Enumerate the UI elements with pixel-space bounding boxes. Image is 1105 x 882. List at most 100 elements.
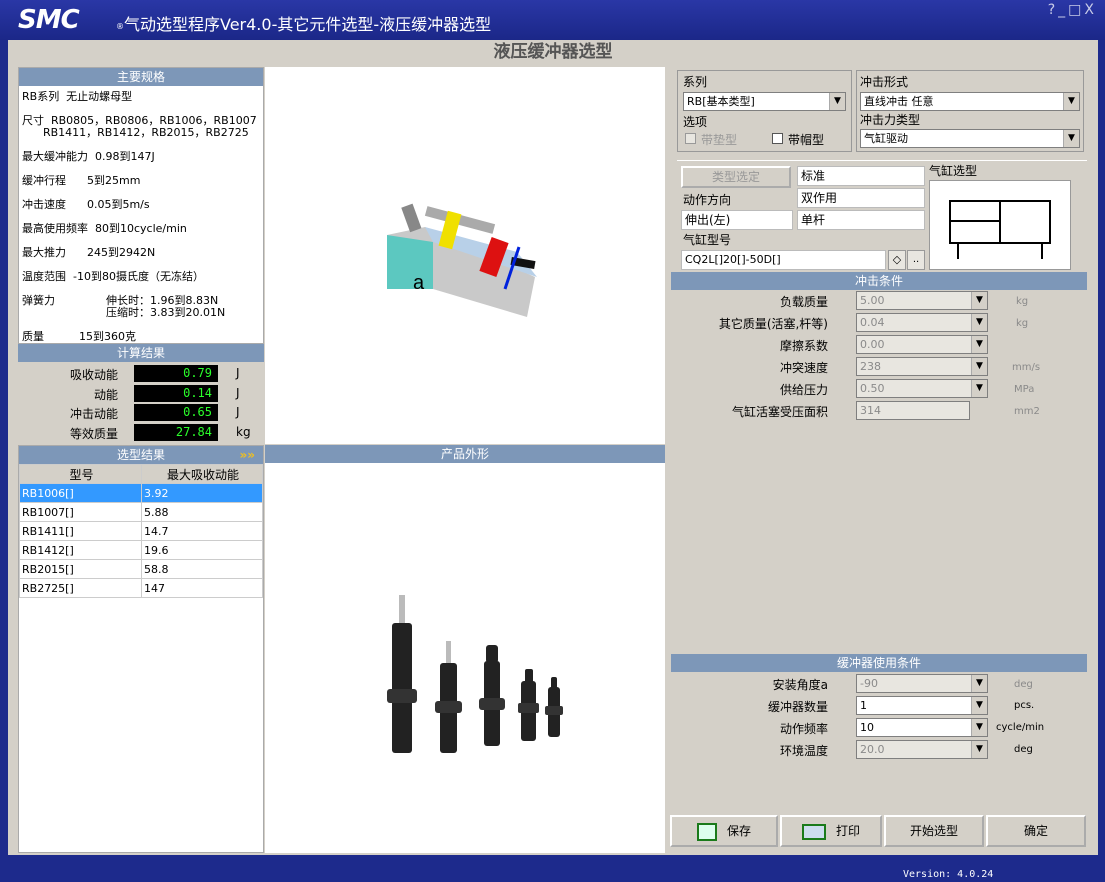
chevron-down-icon: ▼ — [971, 719, 987, 736]
dir-value: 双作用 — [797, 188, 925, 208]
save-button[interactable]: 保存 — [670, 815, 778, 847]
product-pane: 产品外形 — [265, 445, 665, 853]
impact-cond-header: 冲击条件 — [671, 272, 1087, 290]
dir-label: 动作方向 — [683, 193, 732, 207]
load-mass-select[interactable]: 5.00 ▼ — [856, 291, 988, 310]
table-row[interactable]: RB1412[] 19.6 — [19, 540, 263, 560]
diagram-pane: a — [265, 67, 665, 444]
spec-freq: 最高使用频率 80到10cycle/min — [22, 222, 187, 235]
col-energy: 最大吸收动能 — [141, 464, 263, 484]
cap-checkbox[interactable] — [772, 133, 783, 144]
cell-energy: 58.8 — [141, 559, 263, 579]
cylinder-end — [401, 203, 422, 233]
cap-label: 带帽型 — [788, 133, 825, 147]
calc-panel: 计算结果 吸收动能 0.79 J 动能 0.14 J 冲击动能 0.65 J 等… — [18, 344, 264, 444]
friction-select[interactable]: 0.00 ▼ — [856, 335, 988, 354]
angle-select[interactable]: -90 ▼ — [856, 674, 988, 693]
usage-unit: pcs. — [1014, 700, 1035, 711]
spec-stroke: 缓冲行程 5到25mm — [22, 174, 141, 187]
chevron-down-icon: ▼ — [971, 741, 987, 758]
extend-value: 伸出(左) — [681, 210, 793, 230]
print-label: 打印 — [835, 824, 860, 838]
expand-arrows-icon[interactable]: »» — [239, 446, 255, 464]
force-select[interactable]: 气缸驱动 ▼ — [860, 129, 1080, 148]
impact-label: 冲击形式 — [860, 75, 909, 89]
table-row[interactable]: RB1007[] 5.88 — [19, 502, 263, 522]
cell-model: RB1006[] — [19, 483, 142, 503]
cond-unit: MPa — [1014, 384, 1035, 395]
print-button[interactable]: 打印 — [780, 815, 882, 847]
cond-unit: kg — [1016, 296, 1029, 307]
spec-spring-label: 弹簧力 — [22, 294, 55, 307]
calc-value: 0.79 — [134, 365, 218, 382]
impact-select[interactable]: 直线冲击 任意 ▼ — [860, 92, 1080, 111]
type-select-button[interactable]: 类型选定 — [681, 166, 791, 188]
usage-label: 安装角度a — [772, 678, 828, 692]
smc-logo: SMC — [18, 5, 80, 35]
cond-label: 负载质量 — [779, 295, 828, 309]
table-row[interactable]: RB1411[] 14.7 — [19, 521, 263, 541]
options-label: 选项 — [683, 115, 708, 129]
chevron-down-icon: ▼ — [971, 336, 987, 353]
start-selection-button[interactable]: 开始选型 — [884, 815, 984, 847]
product-image — [387, 595, 563, 753]
chevron-down-icon: ▼ — [1063, 93, 1079, 110]
chevron-down-icon: ▼ — [971, 697, 987, 714]
cond-value: 0.50 — [860, 382, 885, 395]
registered-mark: ® — [116, 22, 124, 31]
calc-value: 0.14 — [134, 385, 218, 402]
frequency-select[interactable]: 10 ▼ — [856, 718, 988, 737]
table-row[interactable]: RB1006[] 3.92 — [19, 483, 263, 503]
calc-label: 等效质量 — [69, 427, 118, 441]
cond-value: 5.00 — [860, 294, 885, 307]
diamond-icon[interactable]: ◇ — [888, 250, 906, 270]
usage-unit: cycle/min — [996, 722, 1045, 733]
velocity-select[interactable]: 238 ▼ — [856, 357, 988, 376]
type-value: 标准 — [797, 166, 925, 186]
cell-energy: 19.6 — [141, 540, 263, 560]
col-model: 型号 — [19, 464, 142, 484]
table-row[interactable]: RB2015[] 58.8 — [19, 559, 263, 579]
cell-model: RB1411[] — [19, 521, 142, 541]
chevron-down-icon: ▼ — [829, 93, 845, 110]
page-title: 液压缓冲器选型 — [8, 40, 1098, 64]
chevron-down-icon: ▼ — [1063, 130, 1079, 147]
model-label: 气缸型号 — [683, 233, 732, 247]
version-label: Version: 4.0.24 — [903, 869, 994, 880]
other-mass-select[interactable]: 0.04 ▼ — [856, 313, 988, 332]
cylinder-select-label: 气缸选型 — [929, 164, 978, 178]
impact-value: 直线冲击 任意 — [864, 95, 934, 108]
calc-label: 冲击动能 — [69, 407, 118, 421]
cylinder-model-field[interactable]: CQ2L[]20[]-50D[] — [681, 250, 886, 270]
cond-label: 气缸活塞受压面积 — [731, 405, 828, 419]
more-icon[interactable]: .. — [907, 250, 925, 270]
results-title: 选型结果 — [116, 448, 165, 462]
ramp-face — [387, 235, 433, 289]
temperature-select[interactable]: 20.0 ▼ — [856, 740, 988, 759]
calc-unit: J — [236, 405, 240, 419]
calc-unit: J — [236, 386, 240, 400]
usage-value: 20.0 — [860, 743, 885, 756]
pressure-select[interactable]: 0.50 ▼ — [856, 379, 988, 398]
cond-value: 314 — [860, 404, 881, 417]
cell-energy: 3.92 — [141, 483, 263, 503]
series-select[interactable]: RB[基本类型] ▼ — [683, 92, 846, 111]
window-controls[interactable]: ?_□X — [1048, 2, 1097, 18]
cond-label: 摩擦系数 — [779, 339, 828, 353]
ok-button[interactable]: 确定 — [986, 815, 1086, 847]
calc-unit: J — [236, 366, 240, 380]
product-header: 产品外形 — [265, 445, 665, 463]
cell-energy: 14.7 — [141, 521, 263, 541]
calc-label: 吸收动能 — [69, 368, 118, 382]
table-row[interactable]: RB2725[] 147 — [19, 578, 263, 598]
spec-series: RB系列 无止动螺母型 — [22, 90, 133, 103]
calc-header: 计算结果 — [18, 344, 264, 362]
pad-checkbox[interactable] — [685, 133, 696, 144]
series-value: RB[基本类型] — [687, 95, 755, 108]
piston-area-field[interactable]: 314 — [856, 401, 970, 420]
title-bar: SMC ® 气动选型程序Ver4.0-其它元件选型-液压缓冲器选型 ?_□X — [0, 0, 1105, 40]
quantity-select[interactable]: 1 ▼ — [856, 696, 988, 715]
cylinder-diagram: a — [387, 203, 537, 317]
calc-value: 27.84 — [134, 424, 218, 441]
force-value: 气缸驱动 — [864, 132, 908, 145]
